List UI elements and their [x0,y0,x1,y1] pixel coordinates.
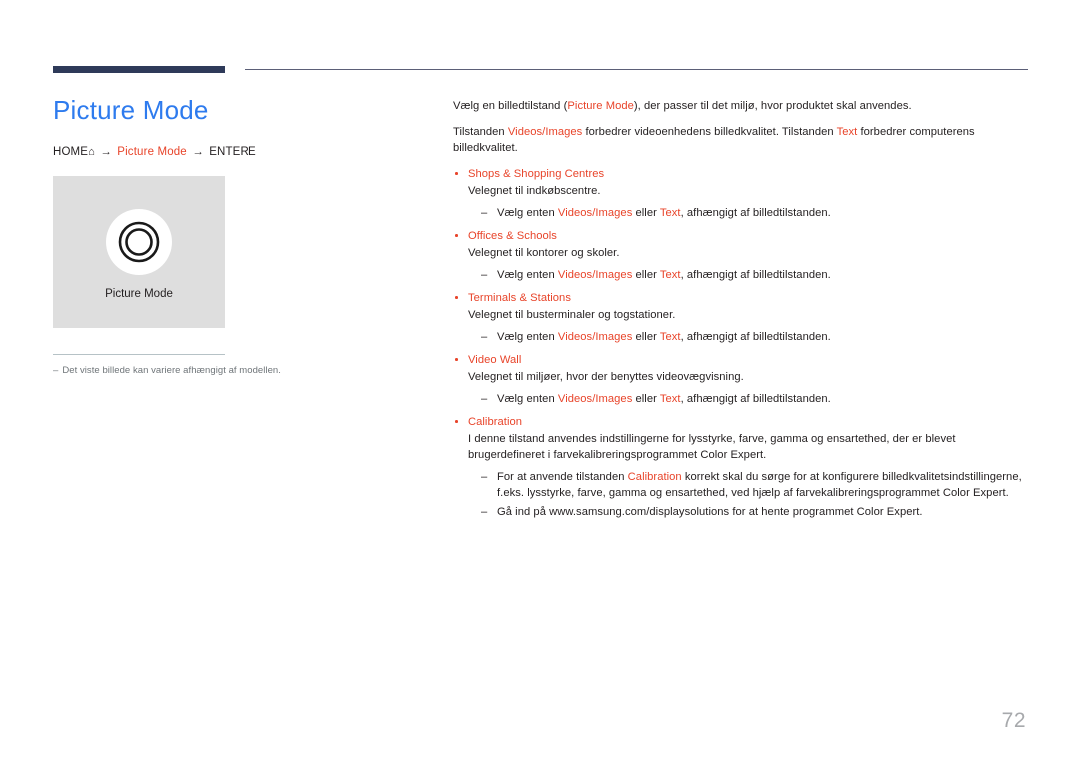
subitem-accent-2: Text [659,269,681,281]
bullet-title: Video Wall [468,354,522,366]
list-item: Offices & Schools Velegnet til kontorer … [453,228,1028,283]
calibration-subitem-1: – For at anvende tilstanden Calibration k… [453,469,1028,501]
calibration-subitem-2: – Gå ind på www.samsung.com/displaysoluti… [453,504,1028,520]
page-number: 72 [1001,709,1026,732]
home-icon: ⌂ [88,146,95,158]
subitem-b: eller [632,269,660,281]
subitem-dash: – [481,207,488,219]
bullet-heading: Shops & Shopping Centres [453,166,1028,182]
intro-paragraph-1: Vælg en billedtilstand (Picture Mode), d… [453,98,1028,114]
bullet-dot-icon [455,234,458,237]
intro-p2-accent-1: Videos/Images [507,126,583,138]
bullet-description: Velegnet til miljøer, hvor der benyttes … [468,371,744,383]
subitem-accent-1: Videos/Images [557,269,633,281]
subitem-a: Vælg enten [497,207,558,219]
intro-p2-accent-2: Text [836,126,858,138]
breadcrumb: HOME⌂ → Picture Mode → ENTERE [53,146,428,158]
note-body: Det viste billede kan variere afhængigt … [62,365,281,376]
list-item: Shops & Shopping Centres Velegnet til in… [453,166,1028,221]
subitem-accent-2: Text [659,331,681,343]
preview-disc [106,209,172,275]
bullet-dot-icon [455,420,458,423]
preview-image: Picture Mode [53,176,225,328]
subitem-accent-1: Videos/Images [557,331,633,343]
calibration-sub1-a: For at anvende tilstanden [497,471,628,483]
breadcrumb-enter-label: ENTER [209,146,249,158]
bullet-heading: Video Wall [453,352,1028,368]
bullet-dot-icon [455,296,458,299]
bullet-heading: Terminals & Stations [453,290,1028,306]
subitem-c: , afhængigt af billedtilstanden. [680,331,831,343]
concentric-circles-icon [118,221,160,263]
subitem-b: eller [632,331,660,343]
bullet-subitem: – Vælg enten Videos/Images eller Text, af… [453,329,1028,345]
subitem-a: Vælg enten [497,331,558,343]
subitem-dash: – [481,471,488,483]
bullet-heading: Calibration [453,414,1028,430]
subitem-a: Vælg enten [497,393,558,405]
subitem-a: Vælg enten [497,269,558,281]
subitem-c: , afhængigt af billedtilstanden. [680,207,831,219]
bullet-subitem: – Vælg enten Videos/Images eller Text, af… [453,391,1028,407]
preview-caption: Picture Mode [105,288,173,300]
bullet-title: Calibration [468,416,523,428]
calibration-sub2-text: Gå ind på www.samsung.com/displaysolutio… [497,506,923,518]
subitem-dash: – [481,269,488,281]
intro-p1-b: ), der passer til det miljø, hvor produk… [633,100,912,112]
list-item: Video Wall Velegnet til miljøer, hvor de… [453,352,1028,407]
intro-paragraph-2: Tilstanden Videos/Images forbedrer video… [453,124,1028,156]
breadcrumb-arrow-2: → [192,146,204,158]
subitem-b: eller [632,393,660,405]
intro-p2-a: Tilstanden [453,126,508,138]
bullet-subitem: – Vælg enten Videos/Images eller Text, af… [453,205,1028,221]
intro-p1-a: Vælg en billedtilstand ( [453,100,568,112]
subitem-accent-1: Videos/Images [557,207,633,219]
subitem-dash: – [481,393,488,405]
bullet-title: Offices & Schools [468,230,557,242]
left-column: Picture Mode HOME⌂ → Picture Mode → ENTE… [53,95,428,376]
bullet-title: Terminals & Stations [468,292,571,304]
bullet-dot-icon [455,172,458,175]
breadcrumb-arrow-1: → [100,146,112,158]
bullet-description: Velegnet til kontorer og skoler. [468,247,620,259]
subitem-dash: – [481,331,488,343]
bullet-subitem: – Vælg enten Videos/Images eller Text, af… [453,267,1028,283]
note-divider [53,354,225,355]
bullet-heading: Offices & Schools [453,228,1028,244]
right-column: Vælg en billedtilstand (Picture Mode), d… [453,98,1028,522]
subitem-c: , afhængigt af billedtilstanden. [680,393,831,405]
header-rule-thick [53,66,225,73]
subitem-dash: – [481,506,488,518]
subitem-accent-2: Text [659,207,681,219]
bullet-description: Velegnet til busterminaler og togstation… [468,309,676,321]
list-item-calibration: Calibration I denne tilstand anvendes in… [453,414,1028,520]
page-title: Picture Mode [53,95,209,125]
breadcrumb-home-label: HOME [53,146,89,158]
bullet-description: I denne tilstand anvendes indstillingern… [468,433,956,461]
enter-key-icon: E [247,146,256,158]
bullet-dot-icon [455,358,458,361]
calibration-sub1-accent: Calibration [627,471,682,483]
intro-p1-accent: Picture Mode [567,100,634,112]
note-dash: – [53,365,59,376]
bullet-title: Shops & Shopping Centres [468,168,605,180]
note-text: – Det viste billede kan variere afhængigt… [53,365,428,376]
list-item: Terminals & Stations Velegnet til buster… [453,290,1028,345]
header-rule-thin [245,69,1028,70]
subitem-accent-2: Text [659,393,681,405]
subitem-b: eller [632,207,660,219]
bullet-description: Velegnet til indkøbscentre. [468,185,601,197]
intro-p2-b: forbedrer videoenhedens billedkvalitet. … [582,126,837,138]
subitem-accent-1: Videos/Images [557,393,633,405]
breadcrumb-menu-label: Picture Mode [117,146,187,158]
subitem-c: , afhængigt af billedtilstanden. [680,269,831,281]
